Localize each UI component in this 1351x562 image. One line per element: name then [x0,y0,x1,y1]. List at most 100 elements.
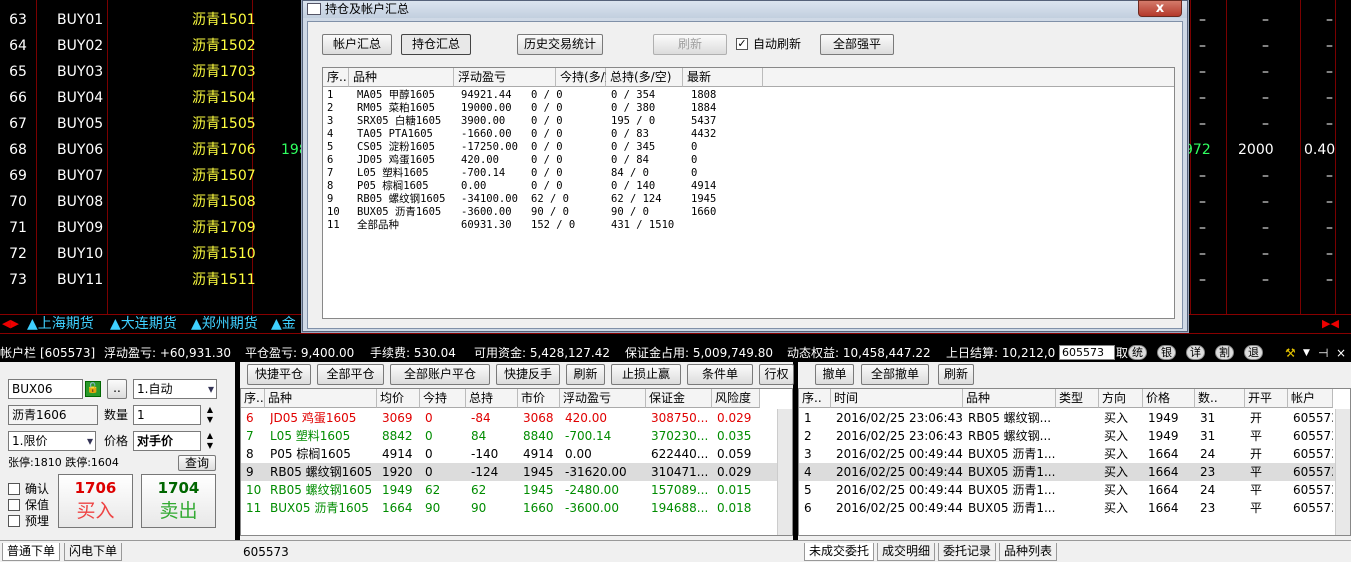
detail-button[interactable]: 详 [1186,345,1205,360]
confirm-checkbox[interactable] [8,483,20,495]
deals-column-header[interactable]: 价格 [1143,389,1195,408]
position-action-button[interactable]: 全部账户平仓 [390,364,490,385]
auto-refresh-checkbox[interactable]: ✓ [736,38,748,50]
close-button[interactable]: x [1138,0,1182,17]
positions-row[interactable]: 10 RB05 螺纹钢1605 1949 62 62 1945 -2480.00 157089… [241,481,777,499]
position-action-button[interactable]: 刷新 [566,364,605,385]
tab-dalian[interactable]: ▲大连期货 [110,316,177,333]
positions-row[interactable]: 9 RB05 螺纹钢1605 1920 0 -124 1945 -31620.00 31047… [241,463,777,481]
history-stats-button[interactable]: 历史交易统计 [517,34,603,55]
deals-row[interactable]: 2 2016/02/25 23:06:43 RB05 螺纹钢... 买入 1949 31 平… [799,427,1335,445]
grid-row[interactable]: 6 JD05 鸡蛋1605 420.00 0 / 0 0 / 84 0 [323,154,1173,167]
positions-column-header[interactable]: 序.. [241,389,265,408]
sell-button[interactable]: 1704 卖出 [141,474,216,528]
deals-column-header[interactable]: 开平 [1245,389,1288,408]
bank-button[interactable]: 银 [1157,345,1176,360]
grid-column-header[interactable]: 总持(多/空) [606,68,683,87]
mode-select[interactable]: 1.自动 ▾ [133,379,217,399]
deals-column-header[interactable]: 时间 [831,389,963,408]
positions-column-header[interactable]: 风险度 [712,389,760,408]
position-action-button[interactable]: 快捷平仓 [247,364,311,385]
grid-column-header[interactable]: 浮动盈亏 [454,68,556,87]
deals-row[interactable]: 5 2016/02/25 00:49:44 BUX05 沥青1... 买入 1664 24… [799,481,1335,499]
tools-icon[interactable]: ⚒ [1285,344,1296,362]
positions-column-header[interactable]: 市价 [518,389,560,408]
positions-column-header[interactable]: 均价 [377,389,420,408]
account-select[interactable]: 605573 [1059,345,1115,360]
preset-checkbox[interactable] [8,515,20,527]
browse-button[interactable]: .. [107,379,127,399]
tab-normal-order[interactable]: 普通下单 [2,543,61,561]
grid-column-header[interactable]: 最新 [683,68,763,87]
grid-row[interactable]: 7 L05 塑料1605 -700.14 0 / 0 84 / 0 0 [323,167,1173,180]
refresh-button[interactable]: 刷新 [653,34,727,55]
grid-column-header[interactable]: 序.. [323,68,349,87]
positions-column-header[interactable]: 品种 [265,389,377,408]
scroll-left-icon[interactable]: ◀▶ [2,317,19,330]
deals-scrollbar[interactable] [1335,409,1350,535]
buy-button[interactable]: 1706 买入 [58,474,133,528]
deals-column-header[interactable]: 品种 [963,389,1056,408]
grid-column-header[interactable]: 今持(多/空) [556,68,621,87]
positions-scrollbar[interactable] [777,409,792,535]
position-action-button[interactable]: 全部平仓 [317,364,384,385]
cut-button[interactable]: 割 [1215,345,1234,360]
position-summary-button[interactable]: 持仓汇总 [401,34,471,55]
exit-button[interactable]: 退 [1244,345,1263,360]
position-action-button[interactable]: 条件单 [687,364,753,385]
grid-row[interactable]: 3 SRX05 白糖1605 3900.00 0 / 0 195 / 0 5437 [323,115,1173,128]
deals-column-header[interactable]: 帐户 [1288,389,1333,408]
code-input[interactable]: BUX06 [8,379,83,399]
positions-row[interactable]: 11 BUX05 沥青1605 1664 90 90 1660 -3600.00 194688… [241,499,777,517]
positions-column-header[interactable]: 今持 [420,389,466,408]
positions-column-header[interactable]: 总持 [466,389,518,408]
grid-row[interactable]: 9 RB05 螺纹钢1605 -34100.00 62 / 0 62 / 124 1945 [323,193,1173,206]
deals-row[interactable]: 6 2016/02/25 00:49:44 BUX05 沥青1... 买入 1664 23… [799,499,1335,517]
scroll-right-icon[interactable]: ▶◀ [1322,317,1339,330]
qty-stepper[interactable]: ▲ ▼ [203,405,217,425]
deal-action-button[interactable]: 全部撤单 [861,364,929,385]
position-action-button[interactable]: 快捷反手 [496,364,560,385]
grid-row[interactable]: 1 MA05 甲醇1605 94921.44 0 / 0 0 / 354 1808 [323,89,1173,102]
close-panel-icon[interactable]: × [1336,344,1346,362]
hedge-checkbox[interactable] [8,499,20,511]
deals-row[interactable]: 3 2016/02/25 00:49:44 BUX05 沥青1... 买入 1664 24… [799,445,1335,463]
pin-icon[interactable]: ⊣ [1318,344,1328,362]
grid-row[interactable]: 2 RM05 菜粕1605 19000.00 0 / 0 0 / 380 1884 [323,102,1173,115]
tab-order-records[interactable]: 委托记录 [938,543,997,561]
positions-row[interactable]: 7 L05 塑料1605 8842 0 84 8840 -700.14 370230... 0.… [241,427,777,445]
deals-row[interactable]: 1 2016/02/25 23:06:43 RB05 螺纹钢... 买入 1949 31 开… [799,409,1335,427]
position-action-button[interactable]: 止损止赢 [611,364,681,385]
tab-instrument-list[interactable]: 品种列表 [999,543,1058,561]
grid-row[interactable]: 10 BUX05 沥青1605 -3600.00 90 / 0 90 / 0 1660 [323,206,1173,219]
tab-lightning-order[interactable]: 闪电下单 [64,543,123,561]
query-button[interactable]: 查询 [178,455,216,471]
grid-row[interactable]: 8 P05 棕榈1605 0.00 0 / 0 0 / 140 4914 [323,180,1173,193]
grid-row[interactable]: 4 TA05 PTA1605 -1660.00 0 / 0 0 / 83 4432 [323,128,1173,141]
deals-column-header[interactable]: 类型 [1056,389,1099,408]
price-input[interactable]: 对手价 [133,431,201,451]
grid-row[interactable]: 11 全部品种 60931.30 152 / 0 431 / 1510 [323,219,1173,232]
qty-input[interactable]: 1 [133,405,201,425]
positions-column-header[interactable]: 浮动盈亏 [560,389,646,408]
grid-column-header[interactable]: 品种 [349,68,454,87]
price-stepper[interactable]: ▲ ▼ [203,431,217,451]
close-all-button[interactable]: 全部强平 [820,34,894,55]
positions-column-header[interactable]: 保证金 [646,389,712,408]
tab-zhengzhou[interactable]: ▲郑州期货 [191,316,258,333]
positions-row[interactable]: 6 JD05 鸡蛋1605 3069 0 -84 3068 420.00 308750... 0… [241,409,777,427]
dropdown-icon[interactable]: ▼ [1303,344,1310,362]
deal-action-button[interactable]: 刷新 [938,364,974,385]
deals-column-header[interactable]: 序.. [799,389,831,408]
tab-gold[interactable]: ▲金 [271,316,296,333]
deal-action-button[interactable]: 撤单 [815,364,854,385]
tab-deal-details[interactable]: 成交明细 [877,543,936,561]
stat-button[interactable]: 统 [1128,345,1147,360]
positions-row[interactable]: 8 P05 棕榈1605 4914 0 -140 4914 0.00 622440... 0.0… [241,445,777,463]
price-type-select[interactable]: 1.限价 ▾ [8,431,96,451]
grid-row[interactable]: 5 CS05 淀粉1605 -17250.00 0 / 0 0 / 345 0 [323,141,1173,154]
deals-column-header[interactable]: 方向 [1099,389,1143,408]
account-summary-button[interactable]: 帐户汇总 [322,34,392,55]
deals-row[interactable]: 4 2016/02/25 00:49:44 BUX05 沥青1... 买入 1664 23… [799,463,1335,481]
lock-icon[interactable]: 🔓 [85,381,101,397]
